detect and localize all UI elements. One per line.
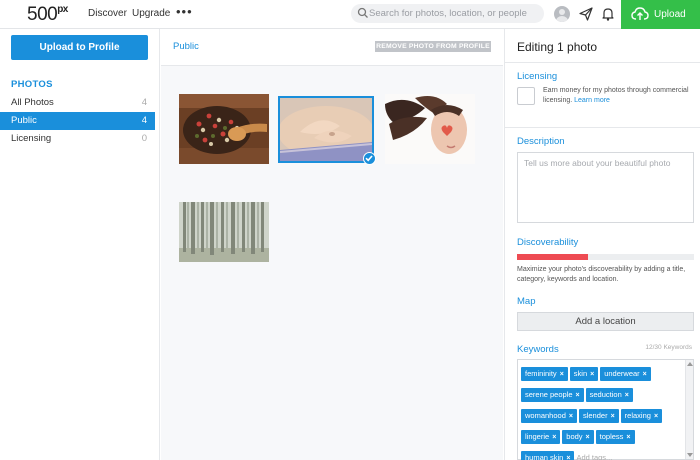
keyword-tag-label: underwear (604, 369, 640, 378)
remove-photo-button[interactable]: REMOVE PHOTO FROM PROFILE (375, 41, 491, 52)
keyword-tag[interactable]: topless × (595, 430, 635, 444)
search-icon (357, 7, 368, 18)
description-field[interactable] (517, 152, 694, 223)
keyword-tag-label: seduction (589, 390, 622, 399)
upload-to-profile-button[interactable]: Upload to Profile (11, 35, 148, 60)
top-navigation: 500px Discover Upgrade ••• Upload (0, 0, 700, 29)
search-bar[interactable] (351, 4, 544, 23)
discoverability-meter (517, 254, 694, 260)
cloud-upload-icon (631, 7, 649, 20)
remove-tag-icon[interactable]: × (566, 455, 570, 460)
peppercorns-image (179, 94, 269, 164)
logo[interactable]: 500px (27, 4, 68, 26)
keyword-tag-list: femininity × skin × underwear ×serene people ×… (521, 363, 683, 460)
add-tags-input[interactable] (576, 451, 637, 460)
keyword-tag[interactable]: womanhood × (521, 409, 577, 423)
learn-more-link[interactable]: Learn more (574, 97, 610, 104)
keywords-box[interactable]: femininity × skin × underwear ×serene people ×… (517, 359, 694, 460)
discoverability-label: Discoverability (517, 237, 579, 248)
licensing-label: Licensing (517, 71, 558, 82)
photos-section-heading: PHOTOS (11, 79, 53, 90)
keyword-tag[interactable]: femininity × (521, 367, 568, 381)
keyword-tag-label: human skin (525, 453, 564, 460)
keyword-tag[interactable]: body × (562, 430, 594, 444)
foggy-forest-image (179, 202, 269, 262)
sidebar-item-label: Licensing (11, 133, 52, 144)
send-icon[interactable] (578, 6, 594, 22)
keyword-tag-label: serene people (525, 390, 573, 399)
keyword-tag-label: lingerie (525, 432, 550, 441)
licensing-checkbox[interactable] (517, 87, 535, 105)
map-label: Map (517, 296, 536, 307)
woman-heart-image (385, 94, 475, 164)
grid-header: Public REMOVE PHOTO FROM PROFILE (161, 29, 503, 66)
keyword-tag[interactable]: skin × (569, 367, 599, 381)
remove-tag-icon[interactable]: × (611, 413, 615, 420)
upload-button-label: Upload (654, 9, 686, 20)
belly-hands-image (280, 98, 372, 161)
panel-title: Editing 1 photo (517, 40, 598, 54)
keyword-tag-label: skin (573, 369, 588, 378)
avatar[interactable] (554, 6, 570, 22)
keywords-scrollbar[interactable] (685, 360, 693, 459)
keyword-tag[interactable]: slender × (578, 409, 619, 423)
keyword-tag-label: relaxing (624, 411, 651, 420)
add-location-button[interactable]: Add a location (517, 312, 694, 331)
left-sidebar: Upload to Profile PHOTOS All Photos 4 Pu… (0, 29, 160, 460)
sidebar-item-label: All Photos (11, 97, 54, 108)
keyword-tag[interactable]: human skin × (521, 451, 575, 460)
remove-tag-icon[interactable]: × (586, 434, 590, 441)
remove-tag-icon[interactable]: × (590, 371, 594, 378)
selected-check-icon (363, 152, 376, 165)
bell-icon[interactable] (600, 6, 616, 22)
licensing-text: Earn money for my photos through commerc… (543, 87, 689, 104)
remove-tag-icon[interactable]: × (569, 413, 573, 420)
keyword-tag-label: slender (582, 411, 608, 420)
keyword-tag[interactable]: seduction × (585, 388, 633, 402)
remove-tag-icon[interactable]: × (626, 434, 630, 441)
keyword-tag-label: womanhood (525, 411, 566, 420)
remove-tag-icon[interactable]: × (560, 371, 564, 378)
keyword-tag[interactable]: serene people × (521, 388, 584, 402)
sidebar-item-licensing[interactable]: Licensing 0 (0, 130, 155, 148)
keyword-tag-label: topless (599, 432, 624, 441)
discoverability-text: Maximize your photo's discoverability by… (517, 266, 686, 283)
keyword-tag[interactable]: underwear × (600, 367, 651, 381)
divider (505, 62, 700, 63)
photo-grid-area: Public REMOVE PHOTO FROM PROFILE (161, 29, 503, 460)
remove-tag-icon[interactable]: × (576, 392, 580, 399)
discoverability-meter-fill (517, 254, 588, 260)
sidebar-item-all-photos[interactable]: All Photos 4 (0, 94, 155, 112)
description-label: Description (517, 136, 565, 147)
sidebar-item-count: 0 (141, 133, 147, 144)
photo-thumbnail-peppercorns[interactable] (179, 94, 269, 164)
remove-tag-icon[interactable]: × (654, 413, 658, 420)
photo-thumbnail-woman[interactable] (385, 94, 475, 164)
upload-button[interactable]: Upload (621, 0, 700, 29)
keyword-tag[interactable]: lingerie × (521, 430, 561, 444)
remove-tag-icon[interactable]: × (643, 371, 647, 378)
sidebar-item-label: Public (11, 115, 37, 126)
search-input[interactable] (369, 4, 541, 23)
sidebar-item-public[interactable]: Public 4 (0, 112, 155, 130)
sidebar-item-count: 4 (141, 97, 147, 108)
nav-upgrade-link[interactable]: Upgrade (132, 8, 170, 19)
keywords-label: Keywords (517, 344, 559, 355)
breadcrumb[interactable]: Public (173, 41, 199, 52)
keyword-tag-label: body (566, 432, 583, 441)
more-menu-icon[interactable]: ••• (176, 4, 193, 19)
edit-panel: Editing 1 photo Licensing Earn money for… (504, 29, 700, 460)
remove-tag-icon[interactable]: × (552, 434, 556, 441)
remove-tag-icon[interactable]: × (625, 392, 629, 399)
divider (505, 127, 700, 128)
sidebar-item-count: 4 (141, 115, 147, 126)
keyword-tag-label: femininity (525, 369, 557, 378)
nav-discover-link[interactable]: Discover (88, 8, 127, 19)
photo-thumbnail-belly[interactable] (278, 96, 374, 163)
keyword-tag[interactable]: relaxing × (620, 409, 663, 423)
photo-thumbnail-forest[interactable] (179, 202, 269, 262)
keywords-count: 12/30 Keywords (645, 344, 692, 351)
